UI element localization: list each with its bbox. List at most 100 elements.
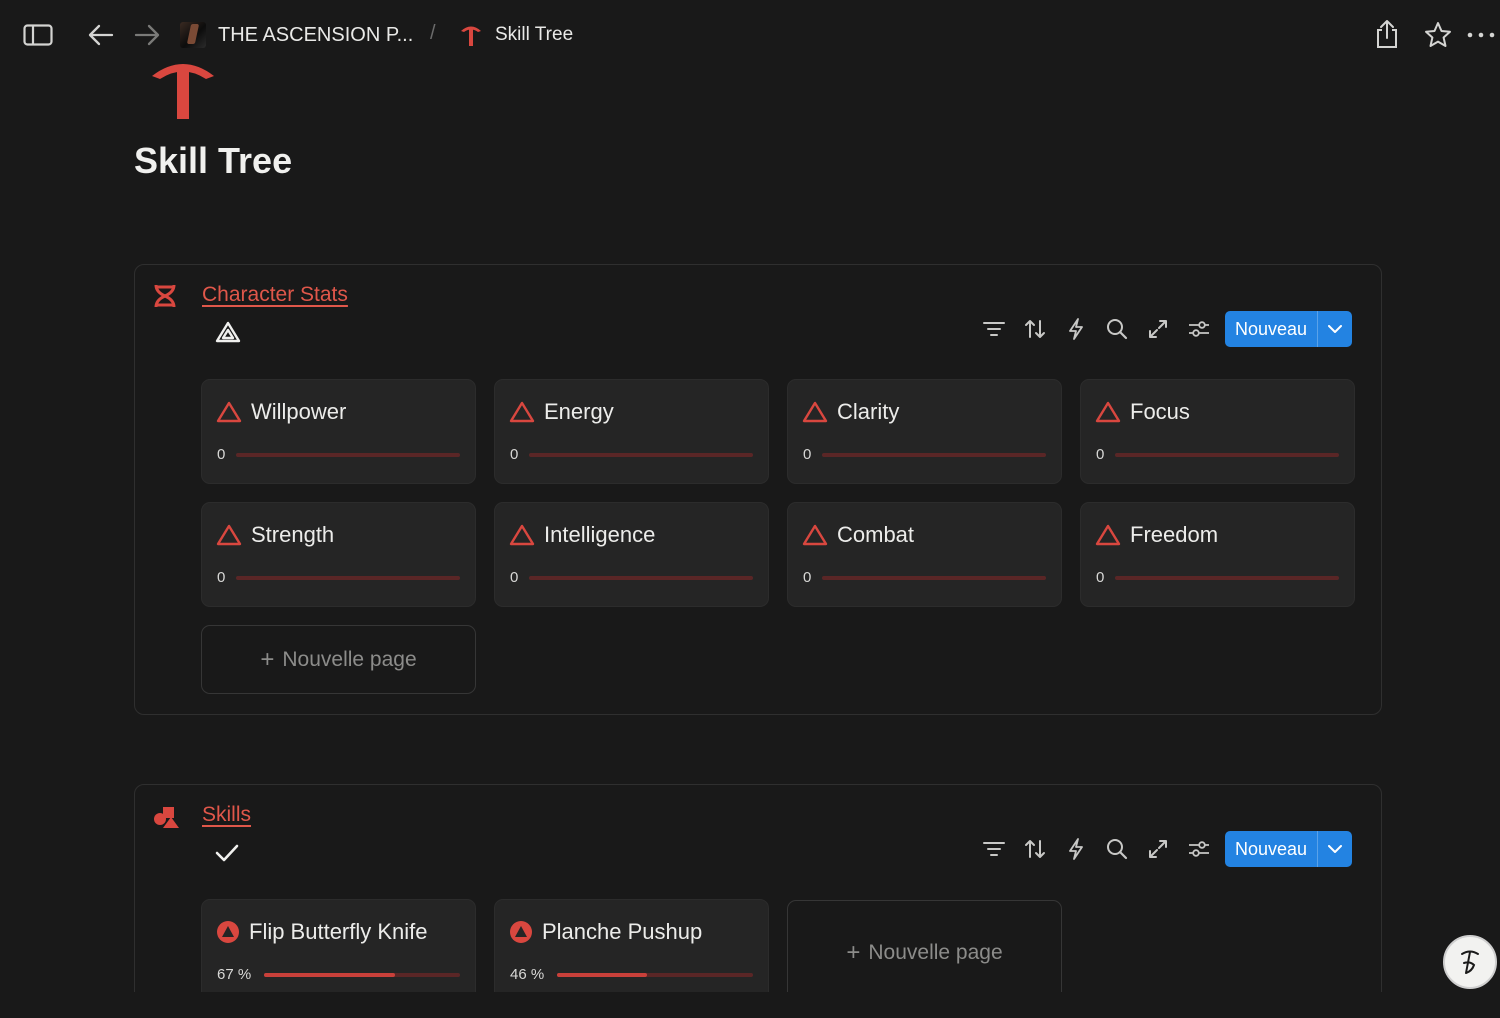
card-title-text: Energy [544,399,614,424]
filter-icon[interactable] [973,831,1014,867]
skills-title-link[interactable]: Skills [202,803,251,827]
progress-bar [529,453,753,457]
page-title: Skill Tree [134,140,293,181]
tree-icon [461,26,481,46]
progress-bar [1115,453,1339,457]
breadcrumb-page[interactable]: Skill Tree [459,18,573,52]
card-title: Clarity [802,399,899,425]
card-value: 0 [803,569,812,586]
stat-triangle-icon [216,524,242,546]
plus-icon: + [846,938,861,966]
shapes-icon [153,805,181,834]
character-stats-database: Character Stats Nouveau Willpower 0 Energy… [134,264,1382,715]
card-value: 67 % [217,966,252,983]
card-title: Planche Pushup [509,919,702,945]
card-willpower[interactable]: Willpower 0 [201,379,476,484]
checkmark-view-icon[interactable] [215,843,239,868]
card-clarity[interactable]: Clarity 0 [787,379,1062,484]
expand-icon[interactable] [1137,311,1178,347]
new-page-label: Nouvelle page [282,647,417,671]
card-strength[interactable]: Strength 0 [201,502,476,607]
stat-triangle-icon [1095,401,1121,423]
card-title-text: Strength [251,522,335,547]
star-icon[interactable] [1422,19,1454,51]
chevron-down-icon[interactable] [1317,831,1352,867]
help-assistant-button[interactable] [1443,935,1497,989]
card-value: 46 % [510,966,545,983]
page-tree-icon[interactable] [150,58,216,125]
new-page-button[interactable]: + Nouvelle page [201,625,476,694]
share-icon[interactable] [1372,18,1402,50]
card-freedom[interactable]: Freedom 0 [1080,502,1355,607]
progress-bar [529,576,753,580]
card-title: Combat [802,522,914,548]
back-arrow-icon[interactable] [86,20,116,50]
top-bar: THE ASCENSION P... / Skill Tree [0,0,1500,68]
plus-icon: + [260,645,275,673]
card-title-text: Focus [1130,399,1190,424]
progress-fill [557,973,648,977]
new-button[interactable]: Nouveau [1225,831,1353,867]
card-title-text: Freedom [1130,522,1219,547]
breadcrumb-page-label: Skill Tree [495,24,574,45]
stat-triangle-icon [802,524,828,546]
card-value: 0 [510,569,519,586]
breadcrumb-separator: / [430,22,436,44]
card-title: Energy [509,399,614,425]
card-value: 0 [1096,446,1105,463]
automation-bolt-icon[interactable] [1055,311,1096,347]
progress-bar [236,576,460,580]
card-title: Focus [1095,399,1190,425]
new-button[interactable]: Nouveau [1225,311,1353,347]
new-page-label: Nouvelle page [868,940,1003,964]
chevron-down-icon[interactable] [1317,311,1352,347]
card-title: Strength [216,522,334,548]
sidebar-toggle-icon[interactable] [22,20,54,50]
more-options-icon[interactable] [1466,22,1496,48]
automation-bolt-icon[interactable] [1055,831,1096,867]
assistant-face-icon [1461,950,1479,974]
card-title-text: Intelligence [544,522,656,547]
skills-database: Skills Nouveau Flip Butterfly Knife 67 % P… [134,784,1382,1018]
gallery-view-triangle-icon[interactable] [215,321,241,348]
card-value: 0 [217,446,226,463]
card-title-text: Willpower [251,399,347,424]
search-icon[interactable] [1096,831,1137,867]
filter-icon[interactable] [973,311,1014,347]
card-value: 0 [217,569,226,586]
card-title-text: Combat [837,522,915,547]
card-value: 0 [1096,569,1105,586]
progress-bar [1115,576,1339,580]
card-value: 0 [510,446,519,463]
breadcrumb-workspace[interactable]: THE ASCENSION P... [180,18,413,52]
sort-icon[interactable] [1014,311,1055,347]
character-stats-title-link[interactable]: Character Stats [202,283,348,307]
card-title: Freedom [1095,522,1218,548]
search-icon[interactable] [1096,311,1137,347]
sort-icon[interactable] [1014,831,1055,867]
forward-arrow-icon[interactable] [132,20,162,50]
skills-toolbar: Nouveau [973,831,1353,867]
card-focus[interactable]: Focus 0 [1080,379,1355,484]
new-page-button[interactable]: + Nouvelle page [787,900,1062,1005]
card-energy[interactable]: Energy 0 [494,379,769,484]
card-combat[interactable]: Combat 0 [787,502,1062,607]
new-button-label: Nouveau [1235,839,1308,859]
dna-icon [153,283,177,314]
progress-bar [822,453,1046,457]
card-title-text: Clarity [837,399,900,424]
stat-triangle-icon [216,401,242,423]
settings-sliders-icon[interactable] [1178,311,1219,347]
skill-circle-triangle-icon [217,921,239,943]
settings-sliders-icon[interactable] [1178,831,1219,867]
card-intelligence[interactable]: Intelligence 0 [494,502,769,607]
card-title: Willpower [216,399,346,425]
card-value: 0 [803,446,812,463]
card-flip-butterfly-knife[interactable]: Flip Butterfly Knife 67 % [201,899,476,1004]
breadcrumb-workspace-label: THE ASCENSION P... [218,23,414,46]
stat-triangle-icon [802,401,828,423]
card-title: Flip Butterfly Knife [216,919,428,945]
card-planche-pushup[interactable]: Planche Pushup 46 % [494,899,769,1004]
card-title: Intelligence [509,522,655,548]
expand-icon[interactable] [1137,831,1178,867]
